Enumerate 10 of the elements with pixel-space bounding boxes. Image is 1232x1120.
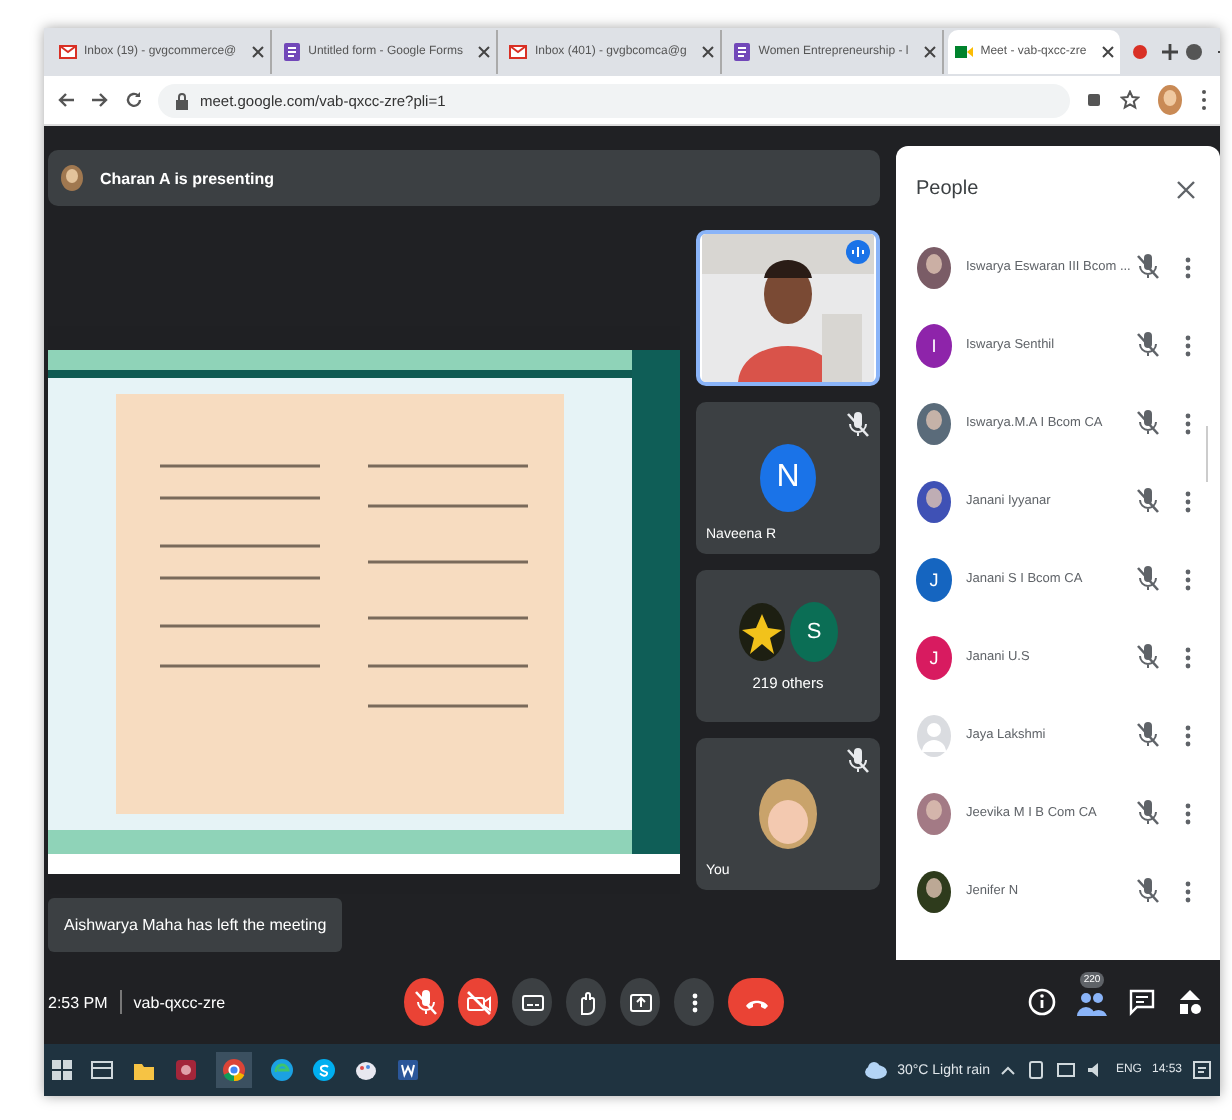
notification-toast: Aishwarya Maha has left the meeting: [48, 898, 343, 952]
avatar: J: [916, 635, 952, 679]
avatar: J: [916, 557, 952, 601]
meeting-code: vab-qxcc-zre: [133, 993, 226, 1011]
avatar: N: [760, 444, 816, 512]
presenting-banner: Charan A is presenting: [48, 150, 880, 206]
avatar: S: [790, 601, 838, 661]
meeting-time: 2:53 PM: [48, 993, 108, 1011]
avatar: I: [916, 323, 952, 367]
panel-title: People: [916, 178, 979, 200]
